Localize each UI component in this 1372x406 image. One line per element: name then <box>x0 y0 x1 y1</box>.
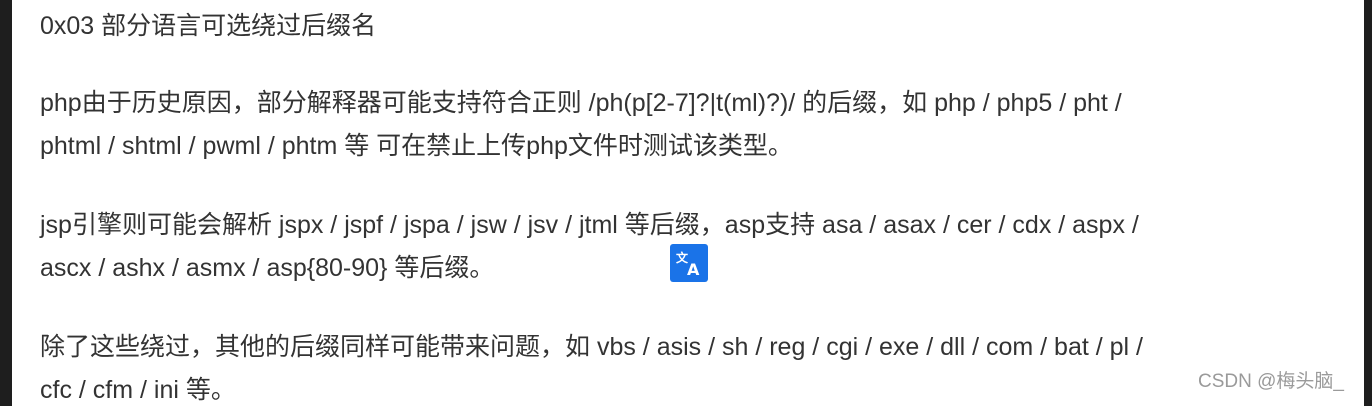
paragraph-line: php由于历史原因，部分解释器可能支持符合正则 /ph(p[2-7]?|t(ml… <box>40 89 1122 117</box>
article-content: 0x03 部分语言可选绕过后缀名 php由于历史原因，部分解释器可能支持符合正则… <box>40 6 1356 404</box>
paragraph-line: 除了这些绕过，其他的后缀同样可能带来问题，如 vbs / asis / sh /… <box>40 333 1143 361</box>
section-heading: 0x03 部分语言可选绕过后缀名 <box>40 12 377 40</box>
article-page: 0x03 部分语言可选绕过后缀名 php由于历史原因，部分解释器可能支持符合正则… <box>12 0 1364 406</box>
paragraph-line: jsp引擎则可能会解析 jspx / jspf / jspa / jsw / j… <box>40 211 1139 239</box>
translate-icon[interactable]: 文 A <box>670 244 708 282</box>
paragraph-line: phtml / shtml / pwml / phtm 等 可在禁止上传php文… <box>40 132 793 160</box>
paragraph-php-suffixes: php由于历史原因，部分解释器可能支持符合正则 /ph(p[2-7]?|t(ml… <box>40 82 1356 168</box>
svg-text:A: A <box>687 260 700 278</box>
window-edge <box>1364 0 1372 406</box>
csdn-watermark: CSDN @梅头脑_ <box>1198 371 1344 392</box>
paragraph-line: cfc / cfm / ini 等。 <box>40 376 236 404</box>
paragraph-other-suffixes: 除了这些绕过，其他的后缀同样可能带来问题，如 vbs / asis / sh /… <box>40 326 1356 406</box>
translate-glyph-icon: 文 A <box>676 250 700 278</box>
